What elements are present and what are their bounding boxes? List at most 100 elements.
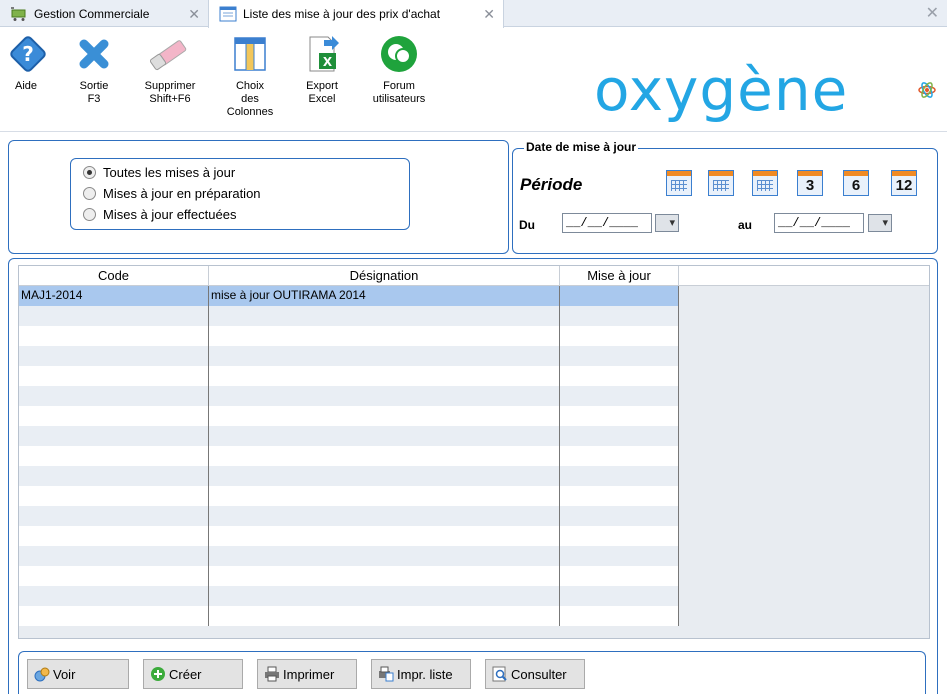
- table-row[interactable]: [19, 526, 679, 546]
- date-panel: [512, 148, 938, 254]
- supprimer-shortcut: Shift+F6: [149, 93, 191, 105]
- printer-icon: [265, 666, 279, 682]
- close-x-icon: [79, 39, 109, 69]
- forum-chat-icon: [381, 36, 417, 72]
- table-cell-maj: [560, 466, 679, 486]
- choix-colonnes-button[interactable]: Choix des Colonnes: [222, 34, 278, 119]
- table-cell-code: [19, 566, 209, 586]
- tab-label: Gestion Commerciale: [34, 6, 150, 21]
- table-row[interactable]: [19, 586, 679, 606]
- table-row[interactable]: [19, 566, 679, 586]
- creer-button[interactable]: Créer: [143, 659, 243, 689]
- export-excel-button[interactable]: X Export Excel: [300, 34, 344, 106]
- radio-en-preparation[interactable]: Mises à jour en préparation: [83, 186, 261, 201]
- table-cell-code: [19, 326, 209, 346]
- table-row[interactable]: [19, 446, 679, 466]
- table-row[interactable]: [19, 426, 679, 446]
- table-row[interactable]: [19, 366, 679, 386]
- impr-liste-button[interactable]: Impr. liste: [371, 659, 471, 689]
- table-cell-maj: [560, 446, 679, 466]
- radio-dot[interactable]: [83, 187, 96, 200]
- add-icon: [151, 667, 165, 681]
- table-cell-code: [19, 506, 209, 526]
- radio-toutes[interactable]: Toutes les mises à jour: [83, 165, 235, 180]
- table-cell-maj: [560, 286, 679, 306]
- aide-button[interactable]: ? Aide: [8, 34, 46, 93]
- voir-button[interactable]: Voir: [27, 659, 129, 689]
- calendar-6-months-icon[interactable]: 6: [843, 170, 869, 196]
- radio-dot[interactable]: [83, 166, 96, 179]
- date-au-input[interactable]: __/__/____: [774, 213, 864, 233]
- date-du-picker-button[interactable]: [655, 214, 679, 232]
- date-au-picker-button[interactable]: [868, 214, 892, 232]
- calendar-week-icon[interactable]: [708, 170, 734, 196]
- date-du-input[interactable]: __/__/____: [562, 213, 652, 233]
- column-header-code[interactable]: Code: [19, 266, 209, 286]
- status-radio-group: Toutes les mises à jour Mises à jour en …: [70, 158, 410, 230]
- table-row[interactable]: MAJ1-2014 mise à jour OUTIRAMA 2014: [19, 286, 679, 306]
- radio-effectuees[interactable]: Mises à jour effectuées: [83, 207, 236, 222]
- cal-number: 6: [851, 177, 861, 194]
- table-row[interactable]: [19, 606, 679, 626]
- consulter-button[interactable]: Consulter: [485, 659, 585, 689]
- table-cell-designation: [209, 366, 560, 386]
- tab-bar: Gestion Commerciale ✕ Liste des mise à j…: [0, 0, 947, 28]
- svg-text:?: ?: [22, 42, 34, 66]
- table-cell-code: [19, 586, 209, 606]
- updates-grid[interactable]: Code Désignation Mise à jour MAJ1-2014 mi…: [18, 265, 930, 639]
- magnifier-icon: [492, 666, 507, 682]
- toolbar: ? Aide Sortie F3 Supprimer Shift+F6 Choi…: [0, 28, 947, 132]
- radio-dot[interactable]: [83, 208, 96, 221]
- table-cell-designation: [209, 446, 560, 466]
- table-row[interactable]: [19, 406, 679, 426]
- calendar-day-icon[interactable]: [666, 170, 692, 196]
- creer-label: Créer: [169, 666, 202, 682]
- calendar-12-months-icon[interactable]: 12: [891, 170, 917, 196]
- imprimer-label: Imprimer: [283, 666, 335, 682]
- close-tab-icon[interactable]: ✕: [188, 6, 200, 23]
- column-header-designation[interactable]: Désignation: [209, 266, 560, 286]
- table-cell-designation: [209, 306, 560, 326]
- view-icon: [34, 667, 50, 682]
- du-label: Du: [519, 218, 535, 232]
- date-group-legend: Date de mise à jour: [524, 140, 639, 154]
- calendar-3-months-icon[interactable]: 3: [797, 170, 823, 196]
- radio-label: Toutes les mises à jour: [103, 165, 236, 180]
- table-cell-maj: [560, 566, 679, 586]
- sortie-button[interactable]: Sortie F3: [72, 34, 116, 106]
- supprimer-button[interactable]: Supprimer Shift+F6: [142, 34, 198, 106]
- tab-gestion-commerciale[interactable]: Gestion Commerciale ✕: [0, 0, 208, 27]
- table-cell-maj: [560, 306, 679, 326]
- table-cell-maj: [560, 506, 679, 526]
- excel-icon: X: [309, 36, 339, 72]
- tab-label: Liste des mise à jour des prix d'achat: [243, 7, 441, 21]
- table-cell-designation: [209, 346, 560, 366]
- table-cell-code: [19, 466, 209, 486]
- aide-label: Aide: [14, 80, 38, 92]
- table-row[interactable]: [19, 386, 679, 406]
- tab-liste-mises-a-jour[interactable]: Liste des mise à jour des prix d'achat ✕: [208, 0, 504, 28]
- window-close-icon[interactable]: ✕: [926, 3, 939, 23]
- table-cell-code: [19, 606, 209, 626]
- table-row[interactable]: [19, 466, 679, 486]
- column-header-mise-a-jour[interactable]: Mise à jour: [560, 266, 679, 286]
- table-row[interactable]: [19, 306, 679, 326]
- periode-label: Période: [520, 175, 583, 194]
- table-row[interactable]: [19, 326, 679, 346]
- table-cell-maj: [560, 606, 679, 626]
- close-tab-icon[interactable]: ✕: [483, 6, 495, 23]
- table-row[interactable]: [19, 506, 679, 526]
- table-cell-designation: [209, 586, 560, 606]
- choix-label-3: Colonnes: [226, 106, 274, 118]
- calendar-month-icon[interactable]: [752, 170, 778, 196]
- cal-number: 3: [805, 177, 815, 194]
- atom-icon: [918, 82, 936, 98]
- table-cell-designation: [209, 426, 560, 446]
- table-row[interactable]: [19, 546, 679, 566]
- table-row[interactable]: [19, 346, 679, 366]
- imprimer-button[interactable]: Imprimer: [257, 659, 357, 689]
- table-cell-maj: [560, 546, 679, 566]
- forum-utilisateurs-button[interactable]: Forum utilisateurs: [366, 34, 432, 106]
- table-row[interactable]: [19, 486, 679, 506]
- cal-number: 12: [895, 177, 913, 194]
